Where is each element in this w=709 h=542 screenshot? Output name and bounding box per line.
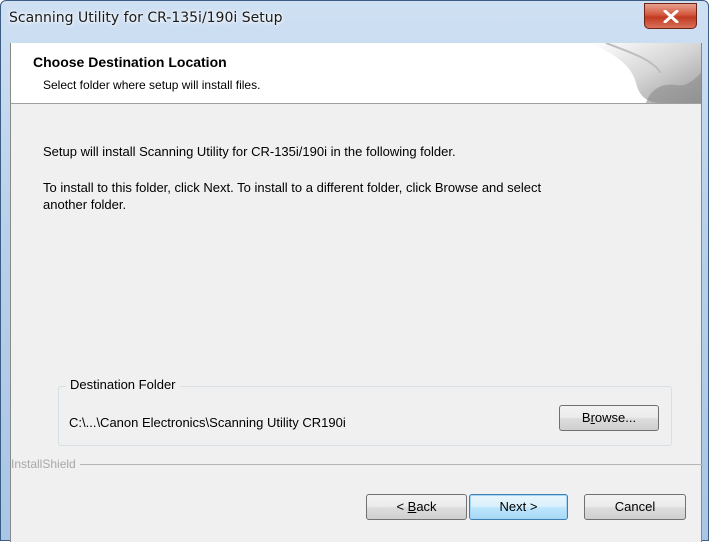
destination-path: C:\...\Canon Electronics\Scanning Utilit… [69,415,346,430]
page-title: Choose Destination Location [33,54,227,70]
browse-label-post: owse... [594,410,637,425]
close-icon [663,10,679,23]
instruction-text-line2: another folder. [43,197,127,212]
installshield-divider [69,464,703,465]
back-label-post: ack [416,499,437,514]
header-banner: Choose Destination Location Select folde… [11,43,701,104]
install-info-text: Setup will install Scanning Utility for … [43,144,456,159]
browse-button[interactable]: Browse... [559,405,659,431]
page-subtitle: Select folder where setup will install f… [43,78,261,92]
browse-label-pre: B [581,410,591,425]
cancel-button[interactable]: Cancel [584,494,686,520]
back-label-pre: < [396,499,408,514]
dialog-client-area: Choose Destination Location Select folde… [10,43,703,542]
title-bar[interactable]: Scanning Utility for CR-135i/190i Setup [1,1,708,43]
window-title: Scanning Utility for CR-135i/190i Setup [9,10,283,26]
instruction-text-line1: To install to this folder, click Next. T… [43,180,542,195]
back-button[interactable]: < Back [366,494,467,520]
setup-window: Scanning Utility for CR-135i/190i Setup … [0,0,709,542]
next-button[interactable]: Next > [469,494,568,520]
installshield-brand: InstallShield [11,457,80,471]
destination-folder-label: Destination Folder [66,377,180,392]
installshield-banner-graphic [591,43,701,103]
close-button[interactable] [644,3,697,29]
